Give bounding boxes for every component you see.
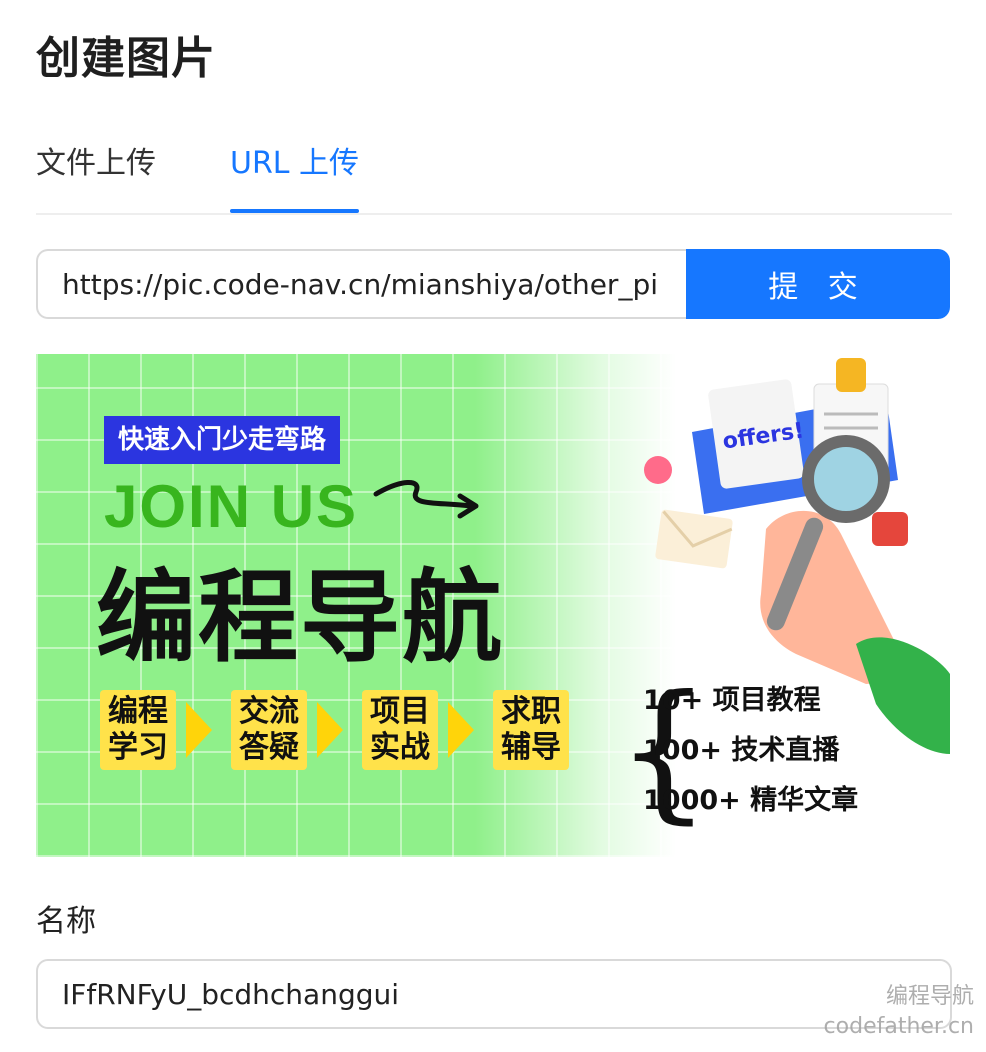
step-project-line1: 项目 bbox=[370, 694, 430, 729]
banner-title: 编程导航 bbox=[96, 559, 504, 676]
step-arrow-icon bbox=[317, 702, 343, 758]
step-study-line1: 编程 bbox=[108, 694, 168, 729]
image-preview: 快速入门少走弯路 JOIN US 编程导航 编程 学习 交流 答疑 项目 实战 … bbox=[36, 354, 950, 857]
watermark-line1: 编程导航 bbox=[885, 984, 974, 1009]
banner-join-text: JOIN US bbox=[104, 473, 359, 540]
chat-bubble-icon bbox=[872, 512, 908, 546]
name-label: 名称 bbox=[36, 904, 96, 939]
step-study-line2: 学习 bbox=[108, 730, 168, 765]
step-arrow-icon bbox=[186, 702, 212, 758]
banner-steps: 编程 学习 交流 答疑 项目 实战 求职 辅导 bbox=[100, 690, 620, 770]
upload-tabs: 文件上传 URL 上传 bbox=[36, 140, 952, 215]
step-career-line2: 辅导 bbox=[501, 730, 561, 765]
step-project-line2: 实战 bbox=[370, 730, 430, 765]
step-arrow-icon bbox=[448, 702, 474, 758]
tab-url-upload[interactable]: URL 上传 bbox=[230, 140, 360, 213]
watermark-line2: codefather.cn bbox=[823, 1014, 974, 1039]
submit-button[interactable]: 提 交 bbox=[686, 249, 950, 319]
step-career-line1: 求职 bbox=[501, 694, 561, 729]
url-input[interactable] bbox=[36, 249, 686, 319]
url-upload-form: 提 交 bbox=[36, 249, 950, 319]
watermark: 编程导航 codefather.cn bbox=[824, 982, 974, 1042]
banner-tagline: 快速入门少走弯路 bbox=[104, 416, 341, 464]
curly-arrow-icon bbox=[373, 479, 479, 519]
tab-file-upload[interactable]: 文件上传 bbox=[36, 140, 156, 211]
step-study: 编程 学习 bbox=[100, 690, 176, 770]
heart-bubble-icon bbox=[644, 456, 672, 484]
step-discuss-line1: 交流 bbox=[239, 694, 299, 729]
step-discuss: 交流 答疑 bbox=[231, 690, 307, 770]
page-title: 创建图片 bbox=[36, 33, 216, 84]
name-input[interactable] bbox=[36, 959, 952, 1029]
envelope-icon bbox=[655, 509, 733, 569]
hand-magnifier-illustration: offers! bbox=[644, 358, 950, 754]
step-project: 项目 实战 bbox=[362, 690, 438, 770]
step-discuss-line2: 答疑 bbox=[239, 730, 299, 765]
offers-card-icon: offers! bbox=[708, 379, 806, 489]
step-career: 求职 辅导 bbox=[493, 690, 569, 770]
